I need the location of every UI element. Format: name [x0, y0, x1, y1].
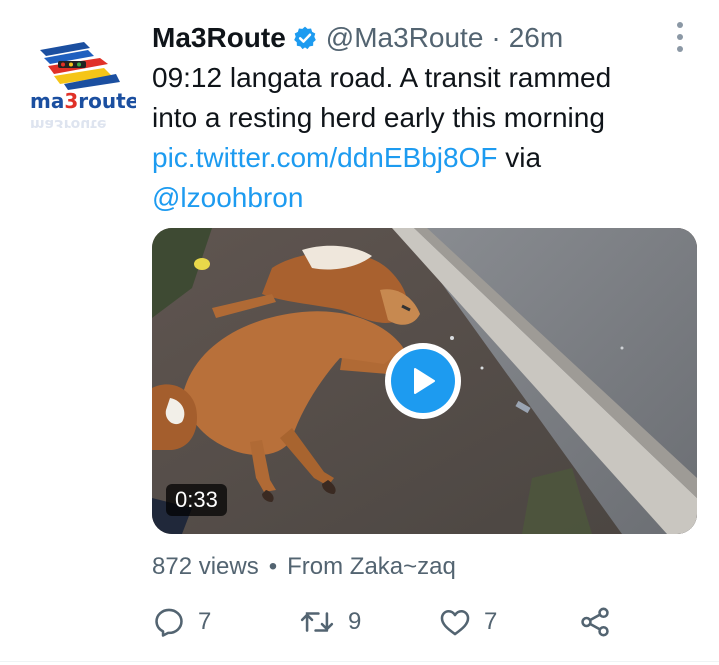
header-separator: ·: [491, 22, 501, 53]
more-options-icon[interactable]: [670, 22, 690, 52]
tweet-text-line: into a resting herd early this morning: [152, 102, 605, 133]
svg-text:ma3route: ma3route: [30, 89, 136, 113]
divider: [0, 661, 719, 662]
svg-text:ma3route: ma3route: [30, 116, 106, 128]
ma3route-logo: ma3route ma3route: [30, 42, 136, 128]
like-button[interactable]: 7: [438, 600, 497, 644]
pic-link[interactable]: pic.twitter.com/ddnEBbj8OF: [152, 142, 497, 173]
avatar[interactable]: ma3route ma3route: [24, 28, 136, 128]
play-icon: [391, 349, 455, 413]
tweet-source: From Zaka~zaq: [287, 553, 456, 580]
like-count: 7: [484, 608, 498, 635]
reply-count: 7: [198, 608, 212, 635]
meta-separator: •: [268, 553, 278, 580]
share-button[interactable]: [578, 600, 624, 644]
share-icon: [581, 607, 609, 637]
view-count[interactable]: 872 views: [152, 553, 259, 580]
tweet-card[interactable]: ma3route ma3route Ma3Route @Ma3Route · 2…: [0, 0, 719, 665]
tweet-text: 09:12 langata road. A transit rammed int…: [152, 58, 692, 218]
tweet-meta: 872 views • From Zaka~zaq: [152, 550, 456, 584]
tweet-header: Ma3Route @Ma3Route · 26m: [152, 18, 563, 58]
reply-icon: [155, 608, 183, 637]
tweet-text-line: 09:12 langata road. A transit rammed: [152, 62, 612, 93]
reply-button[interactable]: 7: [152, 600, 211, 644]
retweet-icon: [300, 612, 334, 632]
video-duration: 0:33: [166, 484, 227, 516]
mention-link[interactable]: @lzoohbron: [152, 182, 303, 213]
retweet-count: 9: [348, 608, 362, 635]
user-handle[interactable]: @Ma3Route: [326, 22, 484, 54]
action-bar: 7 9 7: [152, 600, 622, 644]
timestamp[interactable]: 26m: [509, 22, 563, 54]
play-button[interactable]: [385, 343, 461, 419]
like-icon: [440, 609, 470, 636]
via-text: via: [497, 142, 542, 173]
retweet-button[interactable]: 9: [298, 600, 361, 644]
display-name[interactable]: Ma3Route: [152, 22, 286, 54]
verified-badge-icon: [292, 25, 318, 51]
